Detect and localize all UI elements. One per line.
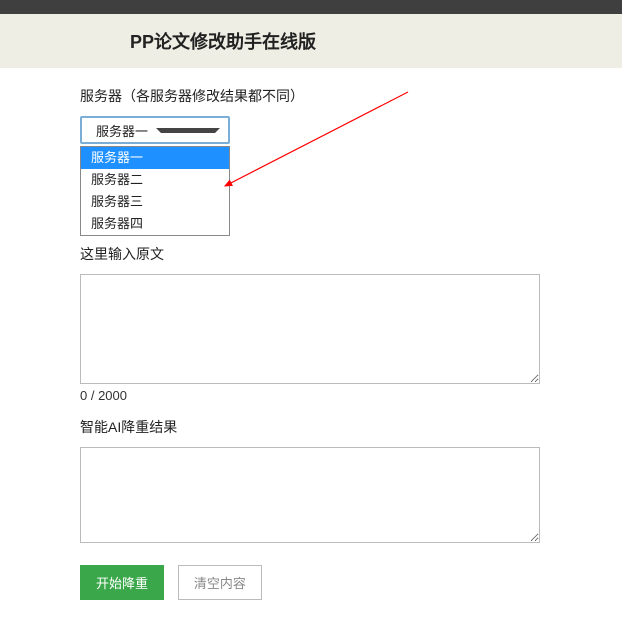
page-title: PP论文修改助手在线版 xyxy=(130,28,622,54)
page-header: PP论文修改助手在线版 xyxy=(0,14,622,68)
result-label: 智能AI降重结果 xyxy=(80,417,540,437)
server-dropdown: 服务器一 服务器二 服务器三 服务器四 xyxy=(80,146,230,236)
start-button[interactable]: 开始降重 xyxy=(80,565,164,600)
server-label: 服务器（各服务器修改结果都不同） xyxy=(80,86,540,106)
result-section: 智能AI降重结果 xyxy=(80,417,540,543)
title-rest: 论文修改助手在线版 xyxy=(154,32,316,52)
char-counter: 0 / 2000 xyxy=(80,388,540,403)
top-bar xyxy=(0,0,622,14)
source-text-input[interactable] xyxy=(80,274,540,384)
server-option-1[interactable]: 服务器一 xyxy=(81,147,229,169)
server-select[interactable]: 服务器一 xyxy=(80,116,230,144)
input-section: 这里输入原文 0 / 2000 xyxy=(80,244,540,403)
result-text-output[interactable] xyxy=(80,447,540,543)
clear-button[interactable]: 清空内容 xyxy=(178,565,262,600)
server-select-value: 服务器一 xyxy=(96,121,150,140)
title-prefix: PP xyxy=(130,32,154,52)
server-option-2[interactable]: 服务器二 xyxy=(81,169,229,191)
button-row: 开始降重 清空内容 xyxy=(80,565,540,600)
server-select-wrap: 服务器一 服务器一 服务器二 服务器三 服务器四 xyxy=(80,116,230,144)
server-option-3[interactable]: 服务器三 xyxy=(81,191,229,213)
input-label: 这里输入原文 xyxy=(80,244,540,264)
main-content: 服务器（各服务器修改结果都不同） 服务器一 服务器一 服务器二 服务器三 服务器… xyxy=(0,68,620,620)
chevron-down-icon xyxy=(156,128,220,133)
server-option-4[interactable]: 服务器四 xyxy=(81,213,229,235)
